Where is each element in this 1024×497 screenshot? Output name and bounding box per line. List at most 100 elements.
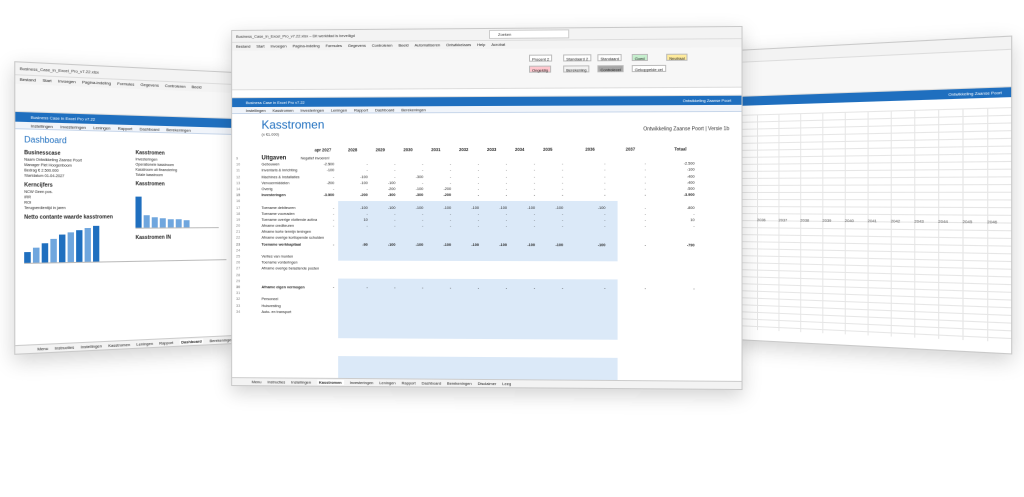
sheet-tab-0[interactable]: Menu — [252, 379, 262, 384]
kasstromen-rows: Investeringen Operationele kasstroom Kasst… — [127, 157, 226, 179]
nav-item-1[interactable]: Kasstromen — [273, 108, 294, 113]
nav-item-0[interactable]: Instellingen — [246, 108, 266, 113]
ribbon-tab-11[interactable]: Acrobat — [491, 42, 505, 47]
ribbon-tab-8[interactable]: Automatiseren — [415, 42, 441, 47]
sheet-tab-2[interactable]: Instellingen — [81, 343, 102, 349]
year-label: 2043 — [914, 218, 924, 223]
nav-item-3[interactable]: Rapport — [118, 126, 133, 132]
ribbon-tab-2[interactable]: Invoegen — [58, 78, 76, 84]
year-header-cell: 2036 — [585, 147, 594, 152]
cell-style-6[interactable]: Berekening — [563, 65, 589, 72]
sheet-tab-0[interactable]: Menu — [37, 346, 48, 352]
cashflow-rows: 9 Uitgaven Negatief invoeren! 10 Gebouwen -2.… — [232, 154, 741, 317]
year-header: apr 2027 2028 2029 2030 2031 2032 2033 2034 2035… — [261, 146, 735, 154]
year-label: 2038 — [800, 218, 809, 223]
row-label: Auto- en transport — [261, 309, 291, 315]
sheet-tab-1[interactable]: Instructies — [55, 344, 75, 350]
cell-style-3[interactable]: Goed — [632, 54, 648, 61]
nav-item-0[interactable]: Instellingen — [31, 123, 53, 129]
sheet-tab-4[interactable]: Leningen — [136, 341, 153, 347]
ribbon-tab-3[interactable]: Pagina-indeling — [82, 79, 111, 85]
nav-item-3[interactable]: Leningen — [331, 108, 347, 113]
sheet-grid — [736, 107, 1011, 342]
cell-style-5[interactable]: Ongeldig — [529, 66, 551, 73]
year-header-cell: 2035 — [543, 147, 552, 152]
sheet-tab-9[interactable]: Disclaimer — [478, 381, 497, 386]
year-label: 2044 — [938, 219, 948, 224]
nav-item-1[interactable]: Investeringen — [60, 124, 86, 130]
sheet-tab-7[interactable]: Berekeningen — [210, 337, 234, 343]
sheet-tab-4[interactable]: Investeringen — [350, 380, 374, 385]
sheet-tab-3[interactable]: Kasstromen — [108, 342, 130, 348]
year-label: 2037 — [778, 217, 787, 222]
nav-item-6[interactable]: Berekeningen — [401, 107, 426, 112]
sheet-tab-6[interactable]: Rapport — [402, 380, 416, 385]
sheet-tab-7[interactable]: Dashboard — [422, 381, 441, 386]
sheet-tab-1[interactable]: Instructies — [267, 379, 285, 384]
nav-item-2[interactable]: Leningen — [93, 125, 110, 131]
ribbon-tab-4[interactable]: Formules — [326, 43, 342, 48]
screenshot-stage: Business_Case_in_Excel_Pro_v7.22.xlsx Be… — [0, 0, 1024, 497]
cell-style-4[interactable]: Neutraal — [666, 54, 687, 61]
right-window: Ontwikkeling Zaanse Poort 2036 2037 2038 20… — [735, 35, 1012, 354]
ribbon-tab-10[interactable]: Help — [477, 42, 485, 47]
year-header-cell: 2032 — [459, 147, 468, 152]
ribbon-tab-7[interactable]: Beeld — [398, 43, 408, 48]
year-label: 2041 — [868, 218, 877, 223]
ribbon-tab-1[interactable]: Start — [256, 44, 264, 49]
nav-item-2[interactable]: Investeringen — [300, 108, 324, 113]
sheet-tab-2[interactable]: Instellingen — [291, 380, 311, 385]
company-label: Ontwikkeling Zaanse Poort | Versie 1b — [643, 126, 729, 132]
ribbon-tab-3[interactable]: Pagina-indeling — [292, 43, 319, 48]
year-header-cell: 2037 — [626, 147, 635, 152]
ribbon-tab-9[interactable]: Ontwikkelaars — [446, 42, 471, 47]
cell-style-2[interactable]: Standaard — [597, 54, 622, 61]
cell-style-1[interactable]: Standaard 2 — [563, 54, 591, 61]
app-bar-title: Business Case in Excel Pro v7.22 — [246, 100, 305, 105]
ribbon-tab-6[interactable]: Controleren — [372, 43, 393, 48]
sheet-tab-10[interactable]: Leeg — [502, 381, 511, 386]
year-header-cell: apr 2027 — [314, 147, 331, 152]
sheet-tab-8[interactable]: Berekeningen — [447, 381, 472, 386]
ribbon-tab-5[interactable]: Gegevens — [140, 82, 158, 88]
year-label: 2040 — [845, 218, 854, 223]
cell-style-0[interactable]: Procent 2 — [529, 55, 552, 62]
nav-item-4[interactable]: Rapport — [354, 108, 368, 113]
app-bar-company: Ontwikkeling Zaanse Poort — [683, 96, 732, 105]
year-header-cell: Totaal — [674, 146, 686, 151]
search-box[interactable]: Zoeken — [489, 29, 569, 39]
dashboard-window: Business_Case_in_Excel_Pro_v7.22.xlsx Be… — [14, 61, 235, 355]
sheet-tab-5[interactable]: Rapport — [159, 340, 173, 346]
ribbon-tab-0[interactable]: Bestand — [20, 77, 36, 83]
cell-style-7[interactable]: Controlecel — [597, 65, 623, 72]
year-header-cell: 2034 — [515, 147, 524, 152]
nav-item-5[interactable]: Dashboard — [375, 107, 394, 112]
sheet-tab-6[interactable]: Dashboard — [179, 338, 203, 344]
year-header-cell: 2031 — [431, 147, 440, 152]
year-label: 2036 — [757, 217, 766, 222]
ribbon-tab-6[interactable]: Controleren — [165, 83, 186, 89]
ribbon-tab-0[interactable]: Bestand — [236, 44, 250, 49]
year-label: 2039 — [822, 218, 831, 223]
kasstromen-chart-title: Kasstromen — [127, 178, 226, 189]
ribbon-tab-7[interactable]: Beeld — [192, 84, 202, 90]
year-label: 2045 — [962, 219, 972, 225]
ribbon-tab-1[interactable]: Start — [42, 78, 51, 84]
search-placeholder: Zoeken — [498, 32, 511, 37]
year-label: 2046 — [987, 219, 997, 225]
year-header-cell: 2030 — [403, 147, 412, 152]
nav-item-5[interactable]: Berekeningen — [166, 127, 190, 133]
year-header-cell: 2028 — [348, 147, 357, 152]
ribbon-tab-4[interactable]: Formules — [117, 81, 134, 87]
ribbon-tab-2[interactable]: Invoegen — [270, 43, 286, 48]
ribbon-tab-5[interactable]: Gegevens — [348, 43, 366, 48]
sheet-tabs: Menu Instructies Instellingen Kasstromen Len… — [15, 335, 234, 354]
kasstromen-in-title: Kasstromen IN — [127, 231, 226, 242]
sheet-tab-3[interactable]: Kasstromen — [317, 380, 344, 385]
nav-item-4[interactable]: Dashboard — [140, 126, 160, 132]
kasstromen-window: Business_Case_in_Excel_Pro_v7.22.xlsx – … — [231, 26, 742, 390]
sheet-area: Kasstromen (x €1.000) Ontwikkeling Zaans… — [232, 112, 741, 385]
sheet-tab-5[interactable]: Leningen — [379, 380, 395, 385]
year-label: 2042 — [891, 218, 900, 223]
cell-style-8[interactable]: Gekoppelde cel — [632, 65, 666, 72]
